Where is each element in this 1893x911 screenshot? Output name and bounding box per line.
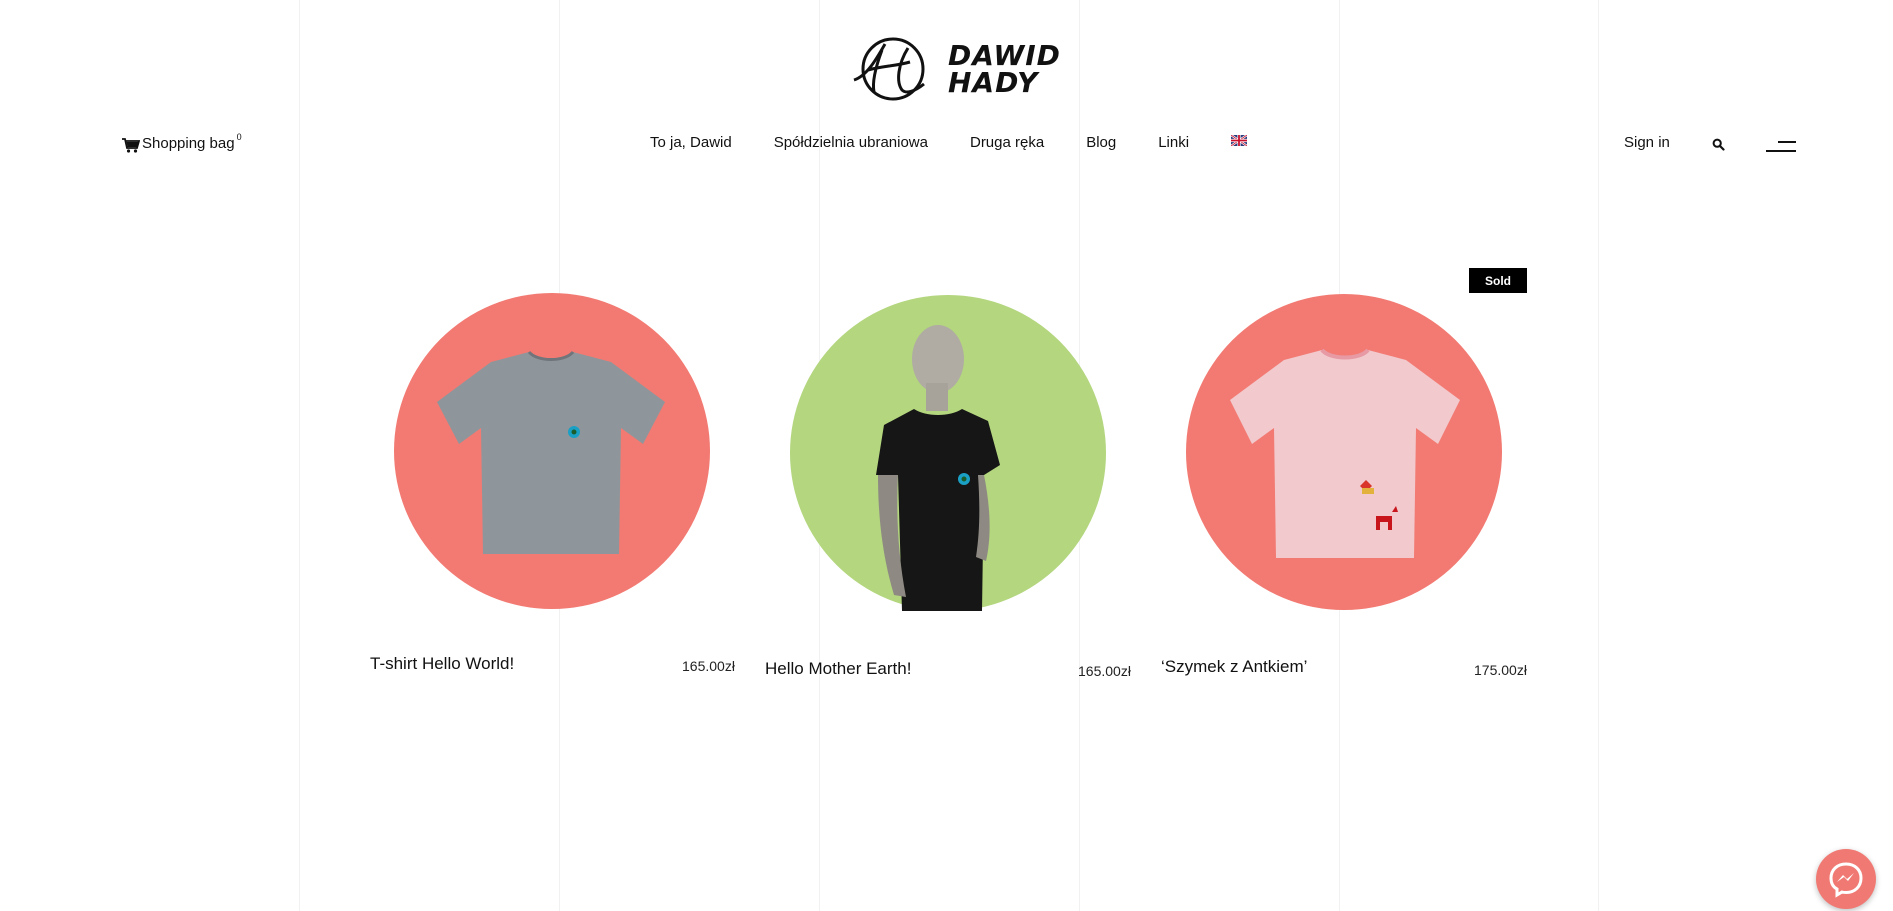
- product-name[interactable]: T-shirt Hello World!: [370, 654, 514, 674]
- logo-wordmark: DAWID HADY: [948, 39, 1061, 99]
- cart-count-badge: 0: [236, 132, 242, 142]
- pink-tshirt-image: [1230, 348, 1460, 558]
- logo-line-2: HADY: [948, 66, 1039, 99]
- grid-line: [299, 0, 300, 911]
- product-price: 165.00zł: [682, 658, 735, 674]
- grey-tshirt-image: [437, 350, 665, 554]
- shopping-bag-link[interactable]: Shopping bag 0: [122, 132, 242, 153]
- search-icon[interactable]: [1712, 138, 1725, 151]
- grid-line: [1598, 0, 1599, 911]
- messenger-icon: [1829, 862, 1863, 898]
- nav-item-druga-reka[interactable]: Druga ręka: [970, 134, 1044, 151]
- uk-flag-icon[interactable]: [1231, 135, 1248, 146]
- shopping-bag-label: Shopping bag: [142, 135, 235, 152]
- product-price: 165.00zł: [1078, 663, 1131, 679]
- messenger-chat-button[interactable]: [1816, 849, 1876, 909]
- nav-item-to-ja-dawid[interactable]: To ja, Dawid: [650, 134, 732, 151]
- nav-item-linki[interactable]: Linki: [1158, 134, 1189, 151]
- cart-icon: [122, 138, 140, 153]
- site-logo[interactable]: DAWID HADY: [852, 36, 1061, 102]
- nav-item-spoldzielnia-ubraniowa[interactable]: Spółdzielnia ubraniowa: [774, 134, 928, 151]
- main-nav: To ja, Dawid Spółdzielnia ubraniowa Drug…: [650, 134, 1248, 151]
- logo-mark-icon: [853, 37, 925, 101]
- nav-item-blog[interactable]: Blog: [1086, 134, 1116, 151]
- menu-line: [1778, 141, 1796, 143]
- menu-line: [1766, 150, 1796, 152]
- product-price: 175.00zł: [1474, 662, 1527, 678]
- sign-in-link[interactable]: Sign in: [1624, 134, 1670, 151]
- logo-line-1: DAWID: [948, 39, 1061, 72]
- product-name[interactable]: Hello Mother Earth!: [765, 659, 911, 679]
- menu-icon[interactable]: [1766, 141, 1796, 153]
- sold-badge: Sold: [1469, 268, 1527, 293]
- mannequin-black-tshirt-image: [876, 325, 1000, 611]
- product-name[interactable]: ‘Szymek z Antkiem’: [1161, 657, 1307, 677]
